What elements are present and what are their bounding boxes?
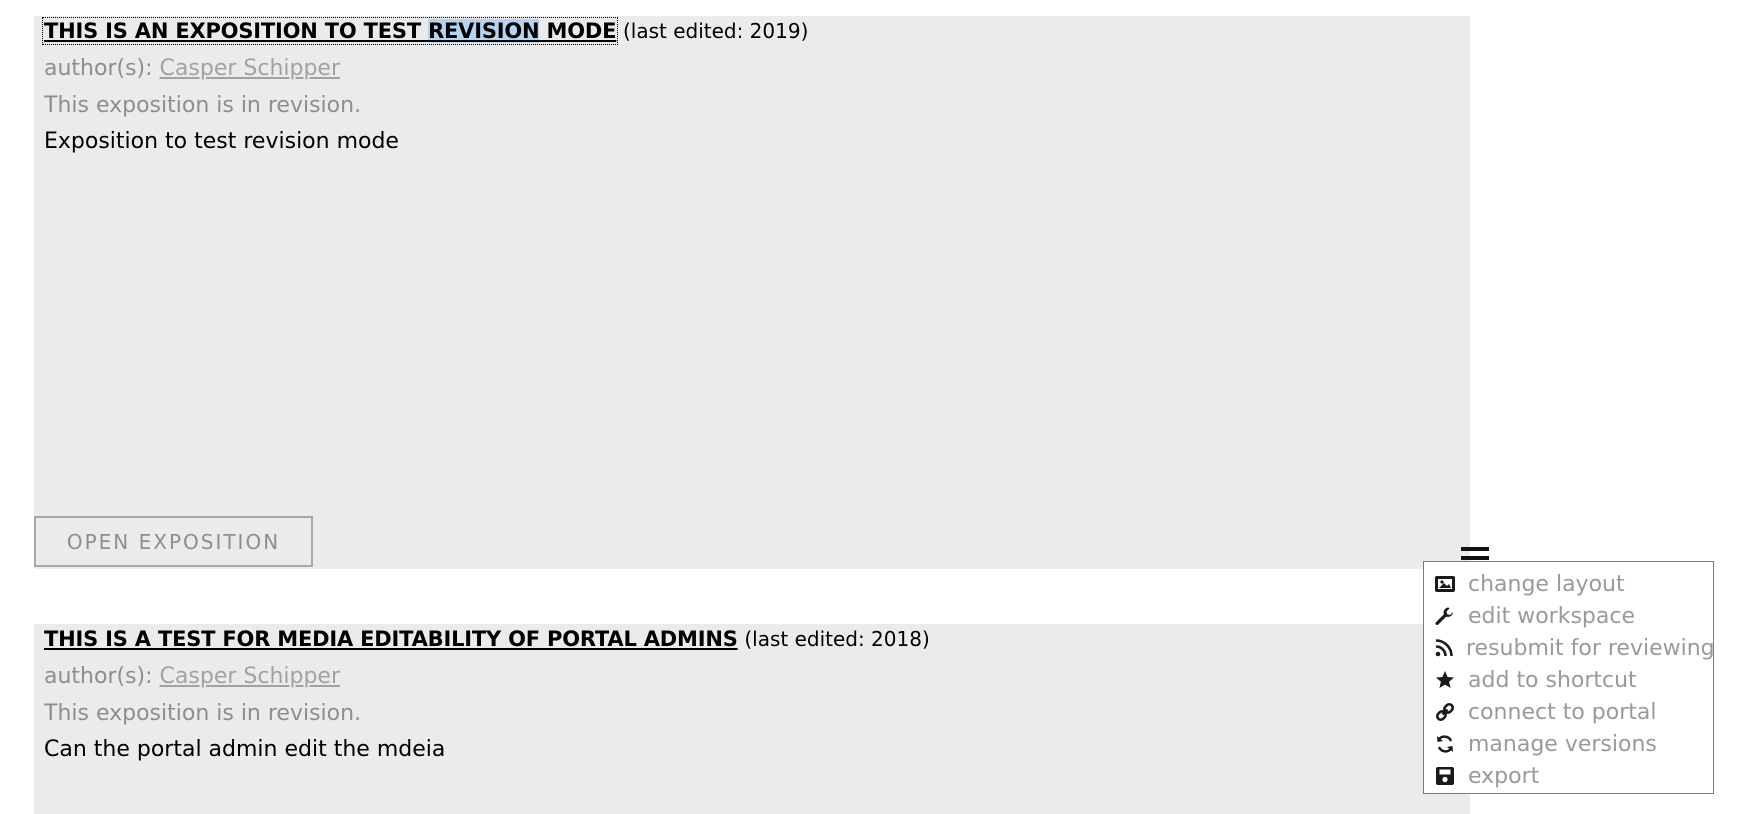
menu-item-edit-workspace[interactable]: edit workspace xyxy=(1424,600,1713,632)
options-dropdown-menu: change layout edit workspace resubmit fo… xyxy=(1423,561,1715,794)
status-text: This exposition is in revision. xyxy=(44,93,362,118)
author-link[interactable]: Casper Schipper xyxy=(160,56,340,81)
menu-item-label: change layout xyxy=(1468,571,1625,597)
menu-item-change-layout[interactable]: change layout xyxy=(1424,568,1713,600)
exposition-title-line: THIS IS A TEST FOR MEDIA EDITABILITY OF … xyxy=(44,627,930,651)
exposition-description: Can the portal admin edit the mdeia xyxy=(44,737,446,762)
menu-item-label: manage versions xyxy=(1468,731,1657,757)
title-selected-text: REVISION xyxy=(428,19,540,43)
wrench-icon xyxy=(1434,605,1458,627)
exposition-card: THIS IS AN EXPOSITION TO TEST REVISION M… xyxy=(34,16,1489,569)
last-edited: (last edited: 2019) xyxy=(622,19,809,43)
star-icon xyxy=(1434,669,1458,691)
title-text: THIS IS AN EXPOSITION TO TEST xyxy=(44,19,429,43)
menu-item-add-to-shortcut[interactable]: add to shortcut xyxy=(1424,664,1713,696)
exposition-card: THIS IS A TEST FOR MEDIA EDITABILITY OF … xyxy=(34,624,1470,814)
link-icon xyxy=(1434,701,1458,723)
menu-item-label: add to shortcut xyxy=(1468,667,1637,693)
author-line: author(s): Casper Schipper xyxy=(44,56,340,81)
menu-item-manage-versions[interactable]: manage versions xyxy=(1424,728,1713,760)
menu-item-label: resubmit for reviewing xyxy=(1466,635,1715,661)
refresh-icon xyxy=(1434,733,1458,755)
exposition-title-link[interactable]: THIS IS A TEST FOR MEDIA EDITABILITY OF … xyxy=(44,627,738,651)
exposition-title-line: THIS IS AN EXPOSITION TO TEST REVISION M… xyxy=(41,17,809,45)
menu-item-label: connect to portal xyxy=(1468,699,1657,725)
author-label: author(s): xyxy=(44,56,153,81)
menu-item-export[interactable]: export xyxy=(1424,760,1713,792)
last-edited: (last edited: 2018) xyxy=(744,627,930,651)
exposition-description: Exposition to test revision mode xyxy=(44,129,399,154)
author-link[interactable]: Casper Schipper xyxy=(160,664,340,689)
image-icon xyxy=(1434,573,1458,595)
menu-item-connect-to-portal[interactable]: connect to portal xyxy=(1424,696,1713,728)
author-label: author(s): xyxy=(44,664,153,689)
title-text-end: MODE xyxy=(539,19,617,43)
exposition-title-link[interactable]: THIS IS AN EXPOSITION TO TEST REVISION M… xyxy=(41,17,619,45)
author-line: author(s): Casper Schipper xyxy=(44,664,340,689)
menu-item-label: edit workspace xyxy=(1468,603,1636,629)
menu-item-resubmit-for-reviewing[interactable]: resubmit for reviewing xyxy=(1424,632,1715,664)
open-exposition-button[interactable]: OPEN EXPOSITION xyxy=(34,516,313,567)
rss-icon xyxy=(1434,637,1456,659)
save-icon xyxy=(1434,765,1458,787)
status-text: This exposition is in revision. xyxy=(44,701,362,726)
menu-item-label: export xyxy=(1468,763,1540,789)
